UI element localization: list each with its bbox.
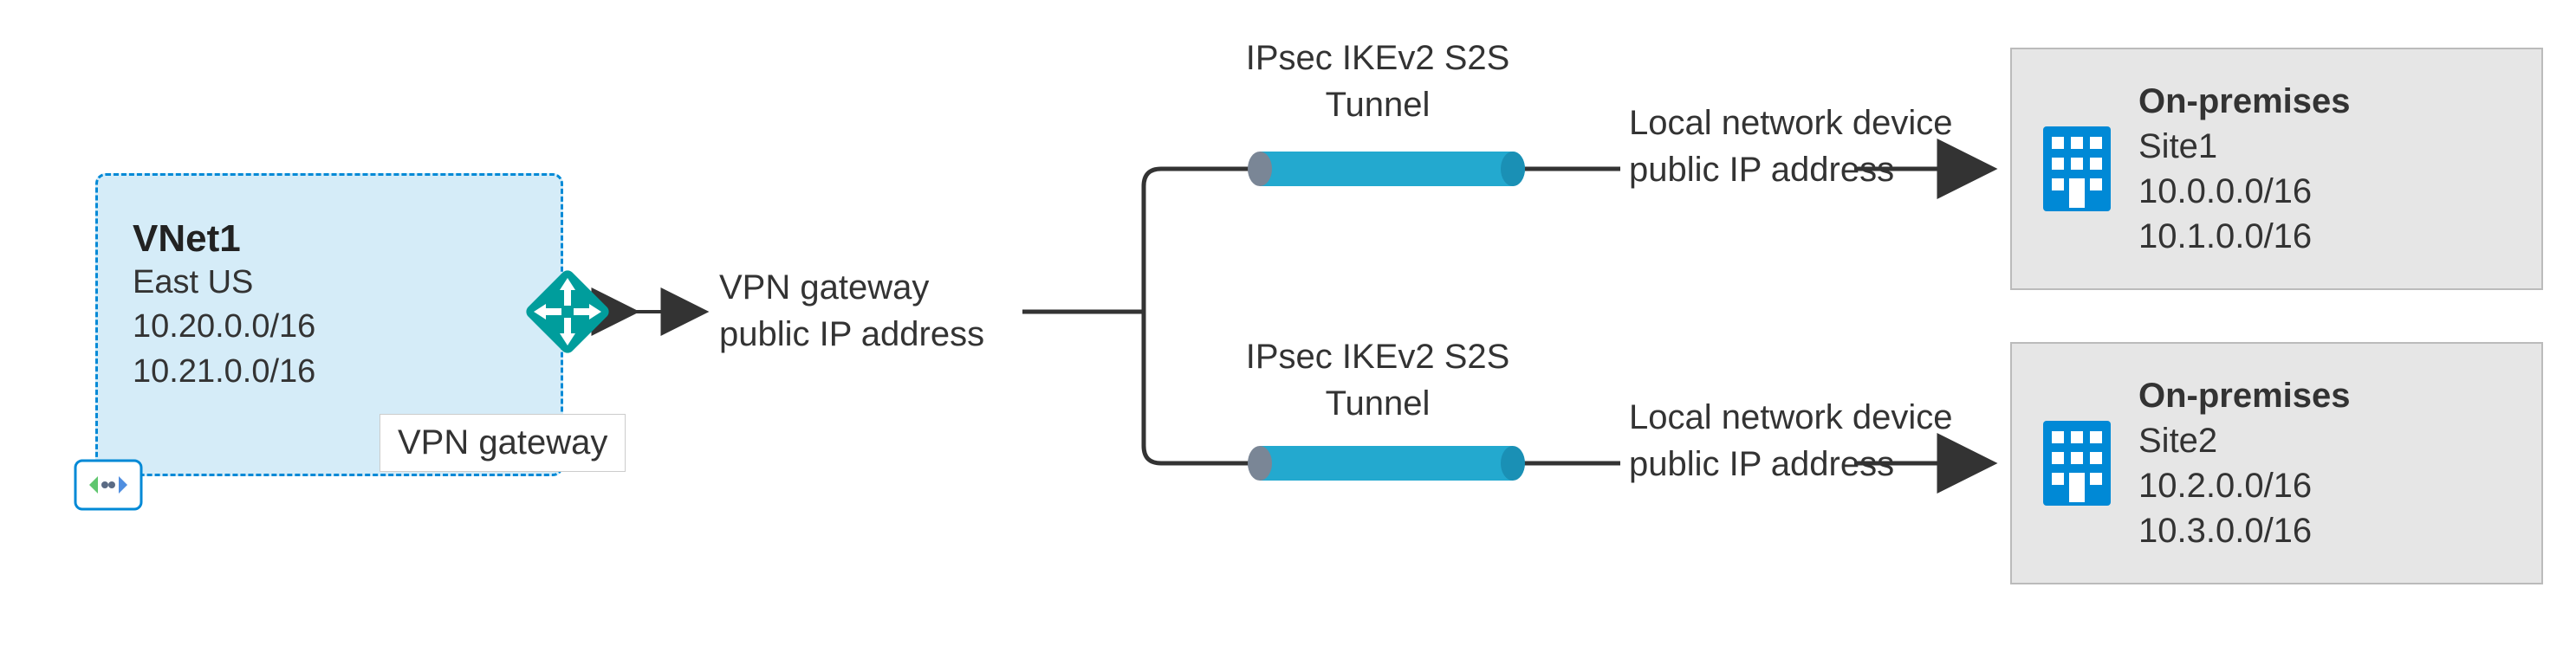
tunnel-label-bottom: IPsec IKEv2 S2S Tunnel — [1230, 333, 1525, 427]
local-device-label-bottom: Local network device public IP address — [1629, 394, 1953, 487]
onprem-cidr1-2: 10.2.0.0/16 — [2138, 463, 2351, 508]
onprem-cidr2-2: 10.3.0.0/16 — [2138, 508, 2351, 553]
tunnel-icon-top — [1248, 147, 1525, 190]
vnet-region: East US — [133, 261, 526, 305]
tunnel-label-bottom-l2: Tunnel — [1230, 380, 1525, 427]
tunnel-label-bottom-l1: IPsec IKEv2 S2S — [1230, 333, 1525, 380]
local-device-label-bottom-l1: Local network device — [1629, 394, 1953, 441]
tunnel-label-top: IPsec IKEv2 S2S Tunnel — [1230, 35, 1525, 128]
vpn-gateway-ip-label-l2: public IP address — [719, 311, 984, 358]
building-icon — [2038, 416, 2116, 511]
onprem-sitename-2: Site2 — [2138, 418, 2351, 463]
tunnel-label-top-l2: Tunnel — [1230, 81, 1525, 128]
tunnel-icon-bottom — [1248, 442, 1525, 485]
onprem-box-site1: On-premises Site1 10.0.0.0/16 10.1.0.0/1… — [2010, 48, 2543, 290]
network-diagram: VNet1 East US 10.20.0.0/16 10.21.0.0/16 … — [0, 0, 2576, 652]
onprem-cidr2-1: 10.1.0.0/16 — [2138, 214, 2351, 259]
vnet-cidr-1: 10.20.0.0/16 — [133, 305, 526, 349]
onprem-sitename-1: Site1 — [2138, 124, 2351, 169]
vnet-title: VNet1 — [133, 217, 526, 261]
vpn-gateway-caption-box: VPN gateway — [380, 414, 626, 472]
building-icon — [2038, 121, 2116, 216]
local-device-label-top-l2: public IP address — [1629, 146, 1953, 193]
onprem-title-1: On-premises — [2138, 79, 2351, 124]
tunnel-label-top-l1: IPsec IKEv2 S2S — [1230, 35, 1525, 81]
vpn-gateway-icon — [520, 264, 615, 359]
local-device-label-bottom-l2: public IP address — [1629, 441, 1953, 487]
onprem-box-site2: On-premises Site2 10.2.0.0/16 10.3.0.0/1… — [2010, 342, 2543, 584]
vnet-cidr-2: 10.21.0.0/16 — [133, 350, 526, 394]
local-device-label-top: Local network device public IP address — [1629, 100, 1953, 193]
onprem-cidr1-1: 10.0.0.0/16 — [2138, 169, 2351, 214]
onprem-title-2: On-premises — [2138, 373, 2351, 418]
connector-split-top — [1144, 169, 1252, 312]
local-device-label-top-l1: Local network device — [1629, 100, 1953, 146]
vpn-gateway-ip-label: VPN gateway public IP address — [719, 264, 984, 358]
azure-vnet-icon — [74, 459, 143, 511]
vpn-gateway-ip-label-l1: VPN gateway — [719, 264, 984, 311]
